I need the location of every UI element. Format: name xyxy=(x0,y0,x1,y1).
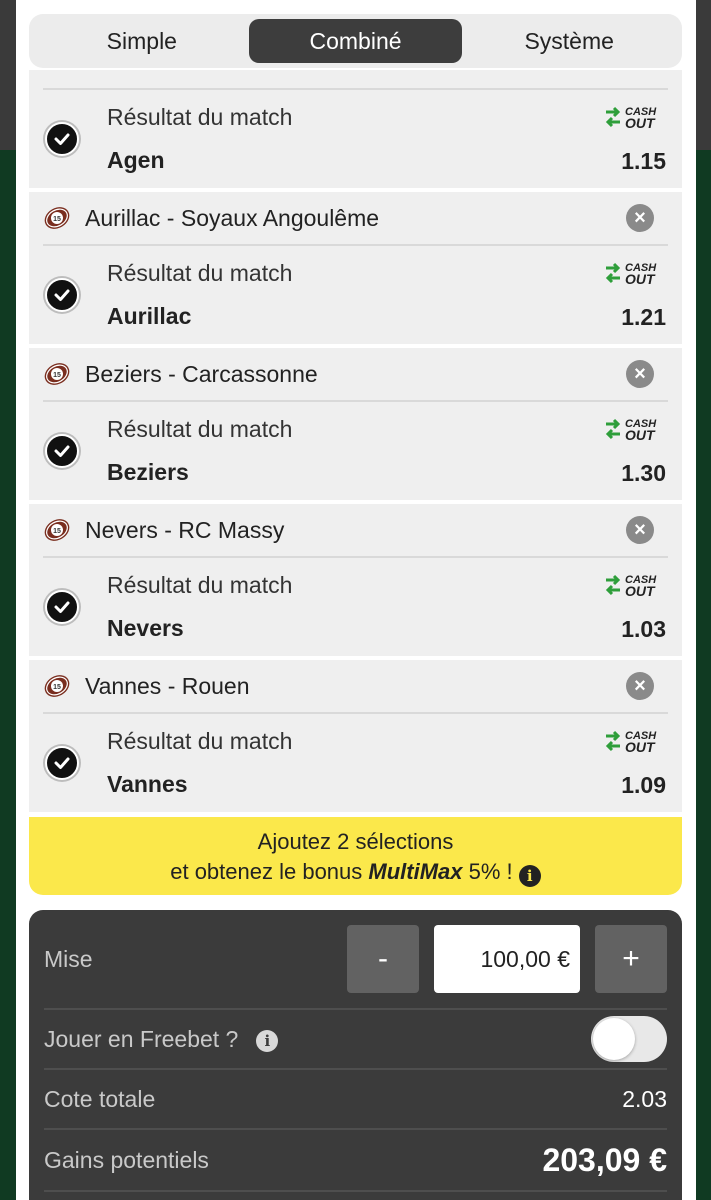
selected-check-icon[interactable] xyxy=(45,278,79,312)
freebet-toggle[interactable] xyxy=(591,1016,667,1062)
selected-check-icon[interactable] xyxy=(45,122,79,156)
match-name: Vannes - Rouen xyxy=(85,672,250,699)
potential-gains-label: Gains potentiels xyxy=(44,1146,209,1173)
info-icon[interactable]: i xyxy=(518,865,541,887)
bet-row: Résultat du match Nevers CASH OUT 1.03 xyxy=(43,558,668,656)
odds-value: 1.30 xyxy=(621,459,666,486)
cashout-icon: CASH OUT xyxy=(604,572,666,598)
decrease-stake-button[interactable]: - xyxy=(347,925,419,993)
pick-name: Agen xyxy=(107,147,165,173)
svg-text:OUT: OUT xyxy=(625,739,656,754)
odds-value: 1.15 xyxy=(621,147,666,174)
freebet-row: Jouer en Freebet ? i xyxy=(44,1010,667,1070)
pick-name: Vannes xyxy=(107,771,188,797)
svg-text:15: 15 xyxy=(53,684,61,691)
svg-text:OUT: OUT xyxy=(625,427,656,442)
bonus-suffix: 5% ! xyxy=(462,859,519,884)
pick-name: Aurillac xyxy=(107,303,192,329)
svg-text:OUT: OUT xyxy=(625,583,656,598)
cashout-icon: CASH OUT xyxy=(604,104,666,130)
bet-row: Résultat du match Agen CASH OUT 1.15 xyxy=(43,90,668,188)
stake-panel: Mise - + Jouer en Freebet ? i Cote totale… xyxy=(29,910,682,1200)
total-odds-label: Cote totale xyxy=(44,1085,156,1112)
market-name: Résultat du match xyxy=(107,104,293,130)
cashout-icon: CASH OUT xyxy=(604,728,666,754)
bet-type-tabs: Simple Combiné Système xyxy=(29,14,682,68)
selection-card: 15 Nevers - RC Massy × Résultat du match… xyxy=(29,504,682,656)
market-name: Résultat du match xyxy=(107,728,293,754)
rugby-ball-icon: 15 xyxy=(44,207,70,229)
pick-name: Nevers xyxy=(107,615,184,641)
rugby-ball-icon: 15 xyxy=(44,675,70,697)
remove-selection-icon[interactable]: × xyxy=(626,672,654,700)
bet-row: Résultat du match Beziers CASH OUT 1.30 xyxy=(43,402,668,500)
selected-check-icon[interactable] xyxy=(45,746,79,780)
bet-row: Résultat du match Vannes CASH OUT 1.09 xyxy=(43,714,668,812)
multimax-bonus-banner: Ajoutez 2 sélections et obtenez le bonus… xyxy=(29,817,682,895)
total-odds-row: Cote totale 2.03 xyxy=(44,1070,667,1130)
svg-text:15: 15 xyxy=(53,372,61,379)
odds-value: 1.03 xyxy=(621,615,666,642)
bonus-name: MultiMax xyxy=(368,859,463,884)
rugby-ball-icon: 15 xyxy=(44,363,70,385)
stake-row: Mise - + xyxy=(44,910,667,1010)
market-name: Résultat du match xyxy=(107,572,293,598)
svg-text:15: 15 xyxy=(53,528,61,535)
betslip-sheet: Simple Combiné Système Résultat du match… xyxy=(16,0,696,1200)
match-name: Beziers - Carcassonne xyxy=(85,360,318,387)
rugby-ball-icon: 15 xyxy=(44,519,70,541)
bonus-prefix: et obtenez le bonus xyxy=(170,859,369,884)
potential-gains-value: 203,09 € xyxy=(542,1141,667,1178)
match-header: 15 Vannes - Rouen × xyxy=(43,660,668,714)
bonus-line-1: Ajoutez 2 sélections xyxy=(257,829,454,854)
tab-systeme[interactable]: Système xyxy=(462,19,676,63)
selected-check-icon[interactable] xyxy=(45,434,79,468)
pick-name: Beziers xyxy=(107,459,189,485)
svg-text:15: 15 xyxy=(53,216,61,223)
cashout-icon: CASH OUT xyxy=(604,416,666,442)
selection-header-partial xyxy=(29,70,682,90)
freebet-label: Jouer en Freebet ? xyxy=(44,1025,239,1052)
stake-input[interactable] xyxy=(434,925,580,993)
match-header: 15 Aurillac - Soyaux Angoulême × xyxy=(43,192,668,246)
selection-card: 15 Vannes - Rouen × Résultat du match Va… xyxy=(29,660,682,812)
selection-card: 15 Aurillac - Soyaux Angoulême × Résulta… xyxy=(29,192,682,344)
total-odds-value: 2.03 xyxy=(622,1085,667,1112)
tab-simple[interactable]: Simple xyxy=(35,19,249,63)
market-name: Résultat du match xyxy=(107,260,293,286)
remove-selection-icon[interactable]: × xyxy=(626,204,654,232)
potential-gains-row: Gains potentiels 203,09 € xyxy=(44,1130,667,1192)
market-name: Résultat du match xyxy=(107,416,293,442)
freebet-label-wrap: Jouer en Freebet ? i xyxy=(44,1026,591,1053)
increase-stake-button[interactable]: + xyxy=(595,925,667,993)
match-header: 15 Nevers - RC Massy × xyxy=(43,504,668,558)
odds-value: 1.21 xyxy=(621,303,666,330)
bet-row: Résultat du match Aurillac CASH OUT 1.21 xyxy=(43,246,668,344)
match-header: 15 Beziers - Carcassonne × xyxy=(43,348,668,402)
remove-selection-icon[interactable]: × xyxy=(626,360,654,388)
info-icon[interactable]: i xyxy=(256,1029,279,1052)
bonus-line-2: et obtenez le bonus MultiMax 5% ! i xyxy=(29,857,682,887)
svg-text:OUT: OUT xyxy=(625,271,656,286)
remove-selection-icon[interactable]: × xyxy=(626,516,654,544)
selected-check-icon[interactable] xyxy=(45,590,79,624)
tab-combine[interactable]: Combiné xyxy=(248,19,463,63)
selection-list: Résultat du match Agen CASH OUT 1.15 15 … xyxy=(29,70,682,816)
cashout-icon: CASH OUT xyxy=(604,260,666,286)
match-name: Aurillac - Soyaux Angoulême xyxy=(85,204,380,231)
toggle-knob xyxy=(593,1018,635,1060)
odds-value: 1.09 xyxy=(621,771,666,798)
match-name: Nevers - RC Massy xyxy=(85,516,285,543)
selection-card: 15 Beziers - Carcassonne × Résultat du m… xyxy=(29,348,682,500)
stake-label: Mise xyxy=(44,945,93,972)
svg-text:OUT: OUT xyxy=(625,115,656,130)
selection-card: Résultat du match Agen CASH OUT 1.15 xyxy=(29,90,682,188)
